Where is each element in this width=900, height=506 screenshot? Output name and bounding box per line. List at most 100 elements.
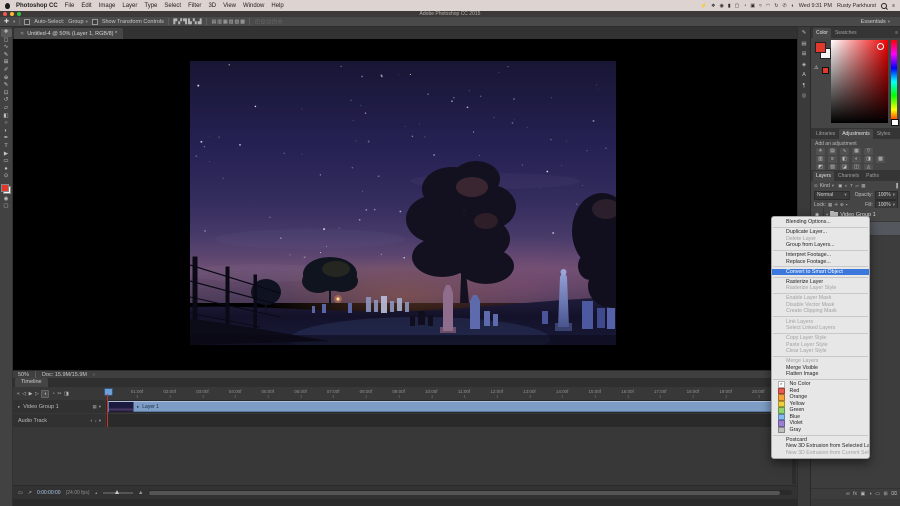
keyboard-icon[interactable]: ≈ — [759, 3, 762, 9]
menu-view[interactable]: View — [223, 3, 236, 9]
clip-layer1[interactable]: ▸ Layer 1 — [108, 401, 788, 412]
go-to-first-frame-button[interactable]: « — [17, 391, 20, 397]
gamut-color-swatch[interactable] — [822, 67, 829, 74]
timeline-horizontal-scrollbar[interactable] — [148, 490, 792, 495]
phone-icon[interactable]: ✆ — [782, 3, 786, 9]
3d-slide-icon[interactable]: ◳ — [272, 19, 277, 25]
align-right-edges-icon[interactable]: ▜ — [183, 19, 187, 25]
disclosure-icon[interactable]: ▸ — [18, 404, 20, 410]
panel-character-icon[interactable]: A — [802, 72, 806, 78]
curves-icon[interactable]: ∿ — [840, 148, 849, 155]
status-chevron-icon[interactable]: › — [93, 372, 95, 378]
3d-scale-icon[interactable]: ◴ — [278, 19, 282, 25]
lock-pixels-icon[interactable]: ✛ — [834, 202, 838, 208]
pen-tool[interactable]: ✒ — [1, 135, 12, 143]
gradient-tool[interactable]: ◧ — [1, 113, 12, 121]
wifi-icon[interactable]: ◠ — [766, 3, 770, 9]
next-frame-button[interactable]: ▷ — [35, 391, 39, 397]
link-layers-icon[interactable]: ∞ — [846, 491, 850, 497]
saturation-brightness-field[interactable] — [831, 40, 888, 123]
align-left-edges-icon[interactable]: ▛ — [173, 19, 177, 25]
music-note-icon[interactable]: ♪ — [94, 418, 96, 424]
menu-3d[interactable]: 3D — [208, 3, 216, 9]
3d-roll-icon[interactable]: ◱ — [261, 19, 266, 25]
canvas-area[interactable] — [13, 39, 797, 370]
tab-color[interactable]: Color — [813, 28, 831, 38]
menu-image[interactable]: Image — [99, 3, 116, 9]
distribute-bottom-icon[interactable]: ▦ — [223, 19, 228, 25]
filter-smart-objects-icon[interactable]: ▦ — [861, 183, 865, 189]
video-track-header[interactable]: ▸ Video Group 1 ▦▾ — [13, 400, 105, 413]
auto-select-checkbox[interactable] — [24, 19, 30, 25]
move-tool[interactable]: ✚ — [1, 29, 12, 37]
tab-swatches[interactable]: Swatches — [832, 28, 860, 38]
opacity-dropdown[interactable]: 100%▾ — [875, 191, 898, 200]
tool-preset-chevron-icon[interactable]: ▾ — [13, 19, 15, 25]
close-tab-icon[interactable]: ✕ — [20, 31, 24, 37]
show-transform-checkbox[interactable] — [92, 19, 98, 25]
blur-tool[interactable]: ○ — [1, 120, 12, 128]
menu-type[interactable]: Type — [144, 3, 157, 9]
tab-libraries[interactable]: Libraries — [813, 129, 838, 139]
color-lookup-icon[interactable]: ▩ — [876, 156, 885, 163]
zoom-in-frames-icon[interactable]: ▲ — [138, 490, 143, 496]
vibrance-icon[interactable]: ▽ — [864, 148, 873, 155]
eye-icon[interactable]: ◉ — [720, 3, 724, 9]
menu-item-flatten-image[interactable]: Flatten Image — [772, 371, 869, 378]
align-v-centers-icon[interactable]: ▚ — [193, 19, 197, 25]
channel-mixer-icon[interactable]: ◨ — [864, 156, 873, 163]
path-select-tool[interactable]: ▶ — [1, 151, 12, 159]
blend-mode-dropdown[interactable]: Normal▾ — [814, 191, 850, 200]
menubar-clock[interactable]: Wed 9:31 PM — [799, 3, 832, 9]
menubar-user[interactable]: Rusty Parkhurst — [837, 3, 876, 9]
3d-rotate-icon[interactable]: ◰ — [255, 19, 260, 25]
mute-audio-button[interactable]: ◖ — [41, 390, 49, 398]
workspace-switcher[interactable]: Essentials▾ — [861, 19, 890, 25]
lock-all-icon[interactable]: ▪ — [846, 202, 848, 208]
display-icon[interactable]: ▢ — [735, 3, 740, 9]
photo-filter-icon[interactable]: ◐ — [852, 156, 861, 163]
tab-styles[interactable]: Styles — [874, 129, 894, 139]
distribute-right-icon[interactable]: ▩ — [240, 19, 245, 25]
speaker-icon[interactable]: ◖ — [90, 418, 93, 424]
exposure-icon[interactable]: ▦ — [852, 148, 861, 155]
timeline-ruler[interactable]: 01:00f02:00f03:00f04:00f05:00f06:00f07:0… — [107, 387, 791, 401]
layer-style-icon[interactable]: fx — [853, 491, 857, 497]
filter-adjustment-layers-icon[interactable]: ◐ — [845, 183, 848, 189]
panel-history-icon[interactable]: ✎ — [802, 30, 807, 36]
align-bottom-edges-icon[interactable]: ▟ — [198, 19, 202, 25]
black-white-icon[interactable]: ◧ — [840, 156, 849, 163]
distribute-left-icon[interactable]: ▧ — [229, 19, 234, 25]
menu-edit[interactable]: Edit — [81, 3, 91, 9]
foreground-color-swatch[interactable] — [1, 184, 9, 192]
volume-icon[interactable]: ◖ — [791, 3, 794, 9]
notification-center-icon[interactable]: ≡ — [892, 3, 895, 9]
3d-drag-icon[interactable]: ◲ — [266, 19, 271, 25]
menu-filter[interactable]: Filter — [188, 3, 201, 9]
chevron-down-icon[interactable]: ▾ — [99, 404, 101, 410]
crop-tool[interactable]: ⊞ — [1, 59, 12, 67]
audio-track-header[interactable]: Audio Track ◖♪▾ — [13, 414, 105, 427]
zoom-level[interactable]: 50% — [18, 372, 29, 378]
levels-icon[interactable]: ▤ — [828, 148, 837, 155]
clip-disclosure-icon[interactable]: ▸ — [137, 404, 139, 410]
document-tab[interactable]: ✕ Untitled-4 @ 50% (Layer 1, RGB/8) * — [14, 28, 123, 39]
filter-type-layers-icon[interactable]: T — [850, 183, 853, 189]
hue-saturation-icon[interactable]: ▥ — [816, 156, 825, 163]
tab-layers[interactable]: Layers — [813, 171, 834, 181]
transition-button[interactable]: ◨ — [64, 391, 69, 397]
new-group-icon[interactable]: ▭ — [875, 491, 880, 497]
type-tool[interactable]: T — [1, 143, 12, 151]
previous-frame-button[interactable]: ◁ — [22, 391, 26, 397]
panel-paragraph-icon[interactable]: ¶ — [803, 83, 806, 89]
panel-info-icon[interactable]: ◈ — [802, 62, 806, 68]
eraser-tool[interactable]: ▱ — [1, 105, 12, 113]
color-picker-marker[interactable] — [877, 43, 884, 50]
eyedropper-tool[interactable]: ✐ — [1, 67, 12, 75]
chevron-down-icon[interactable]: ▾ — [832, 183, 834, 189]
zoom-tool[interactable]: ⊙ — [1, 173, 12, 181]
timeline-settings-button[interactable]: ◔ — [52, 391, 55, 397]
brightness-contrast-icon[interactable]: ☀ — [816, 148, 825, 155]
filter-toggle-icon[interactable]: ▐ — [895, 183, 898, 188]
adjustment-layer-icon[interactable]: ◑ — [869, 491, 872, 497]
